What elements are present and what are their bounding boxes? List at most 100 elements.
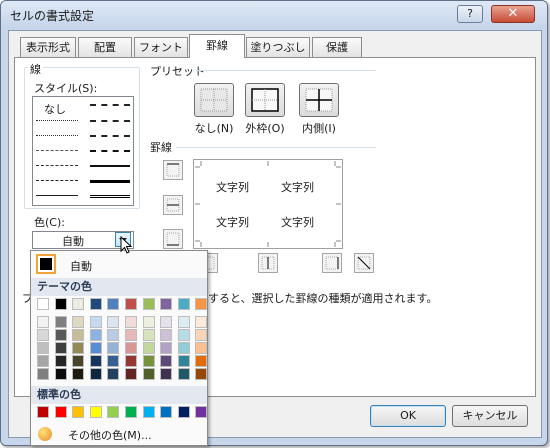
standard-color-swatch[interactable] xyxy=(143,406,155,418)
theme-shade-swatch[interactable] xyxy=(90,329,102,341)
tab-protection[interactable]: 保護 xyxy=(312,37,362,57)
theme-shade-swatch[interactable] xyxy=(125,355,137,367)
theme-shade-swatch[interactable] xyxy=(72,329,84,341)
theme-color-swatch[interactable] xyxy=(107,298,119,310)
theme-shade-swatch[interactable] xyxy=(90,342,102,354)
standard-color-swatch[interactable] xyxy=(160,406,172,418)
close-button[interactable]: ✕ xyxy=(491,5,535,23)
style-option-medium-dash-dot-dot[interactable] xyxy=(90,104,130,106)
theme-shade-swatch[interactable] xyxy=(160,342,172,354)
standard-color-swatch[interactable] xyxy=(125,406,137,418)
border-right-button[interactable] xyxy=(322,253,342,273)
theme-shade-swatch[interactable] xyxy=(107,355,119,367)
theme-shade-swatch[interactable] xyxy=(195,342,207,354)
theme-shade-swatch[interactable] xyxy=(195,368,207,380)
tab-alignment[interactable]: 配置 xyxy=(78,37,132,57)
theme-shade-swatch[interactable] xyxy=(72,355,84,367)
theme-shade-swatch[interactable] xyxy=(178,342,190,354)
theme-shade-swatch[interactable] xyxy=(143,329,155,341)
border-top-button[interactable] xyxy=(163,160,183,180)
automatic-color-swatch[interactable] xyxy=(36,254,56,274)
style-option-dash-dot[interactable] xyxy=(36,165,78,166)
theme-color-swatch[interactable] xyxy=(160,298,172,310)
standard-color-swatch[interactable] xyxy=(90,406,102,418)
theme-shade-swatch[interactable] xyxy=(90,368,102,380)
theme-shade-swatch[interactable] xyxy=(55,329,67,341)
theme-shade-swatch[interactable] xyxy=(143,368,155,380)
style-option-medium-dashed[interactable] xyxy=(90,150,130,152)
style-option-slant-dash-dot[interactable] xyxy=(90,120,130,122)
theme-shade-swatch[interactable] xyxy=(107,329,119,341)
standard-color-swatch[interactable] xyxy=(178,406,190,418)
tab-fill[interactable]: 塗りつぶし xyxy=(246,37,310,57)
style-option-dotted[interactable] xyxy=(36,135,78,136)
theme-shade-swatch[interactable] xyxy=(160,329,172,341)
automatic-color-option[interactable] xyxy=(31,251,207,277)
theme-shade-swatch[interactable] xyxy=(90,355,102,367)
style-option-thick[interactable] xyxy=(90,180,130,183)
border-bottom-button[interactable] xyxy=(163,229,183,249)
border-diagonal-down-button[interactable] xyxy=(354,253,374,273)
ok-button[interactable]: OK xyxy=(370,405,446,427)
style-option-dash-dot-dot[interactable] xyxy=(36,150,78,151)
theme-shade-swatch[interactable] xyxy=(195,316,207,328)
theme-shade-swatch[interactable] xyxy=(143,342,155,354)
standard-color-swatch[interactable] xyxy=(107,406,119,418)
style-option-double[interactable] xyxy=(90,195,130,198)
style-option-thin[interactable] xyxy=(36,195,78,196)
theme-shade-swatch[interactable] xyxy=(195,355,207,367)
theme-shade-swatch[interactable] xyxy=(37,316,49,328)
theme-color-swatch[interactable] xyxy=(37,298,49,310)
theme-shade-swatch[interactable] xyxy=(72,342,84,354)
style-option-hair[interactable] xyxy=(36,120,78,121)
preset-outline-button[interactable] xyxy=(245,83,285,117)
theme-color-swatch[interactable] xyxy=(143,298,155,310)
border-middle-vertical-button[interactable] xyxy=(258,253,278,273)
theme-shade-swatch[interactable] xyxy=(125,342,137,354)
theme-shade-swatch[interactable] xyxy=(107,342,119,354)
theme-shade-swatch[interactable] xyxy=(55,368,67,380)
tab-font[interactable]: フォント xyxy=(134,37,188,57)
theme-shade-swatch[interactable] xyxy=(55,342,67,354)
border-middle-horizontal-button[interactable] xyxy=(163,195,183,215)
style-option-medium-dash-dot[interactable] xyxy=(90,135,130,137)
theme-shade-swatch[interactable] xyxy=(143,316,155,328)
preset-none-button[interactable] xyxy=(194,83,234,117)
theme-shade-swatch[interactable] xyxy=(125,329,137,341)
theme-shade-swatch[interactable] xyxy=(72,368,84,380)
theme-shade-swatch[interactable] xyxy=(107,316,119,328)
theme-shade-swatch[interactable] xyxy=(178,329,190,341)
preset-inside-button[interactable] xyxy=(299,83,339,117)
theme-shade-swatch[interactable] xyxy=(72,316,84,328)
theme-shade-swatch[interactable] xyxy=(143,355,155,367)
theme-shade-swatch[interactable] xyxy=(195,329,207,341)
theme-color-swatch[interactable] xyxy=(72,298,84,310)
theme-shade-swatch[interactable] xyxy=(178,316,190,328)
theme-shade-swatch[interactable] xyxy=(125,368,137,380)
theme-color-swatch[interactable] xyxy=(90,298,102,310)
theme-shade-swatch[interactable] xyxy=(178,355,190,367)
tab-border[interactable]: 罫線 xyxy=(189,34,245,58)
theme-shade-swatch[interactable] xyxy=(125,316,137,328)
theme-shade-swatch[interactable] xyxy=(37,329,49,341)
standard-color-swatch[interactable] xyxy=(55,406,67,418)
help-button[interactable]: ? xyxy=(457,5,483,23)
theme-color-swatch[interactable] xyxy=(125,298,137,310)
theme-shade-swatch[interactable] xyxy=(37,355,49,367)
cancel-button[interactable]: キャンセル xyxy=(452,405,528,427)
style-option-dashed[interactable] xyxy=(36,180,78,181)
theme-shade-swatch[interactable] xyxy=(160,316,172,328)
theme-shade-swatch[interactable] xyxy=(178,368,190,380)
theme-color-swatch[interactable] xyxy=(195,298,207,310)
theme-shade-swatch[interactable] xyxy=(55,355,67,367)
standard-color-swatch[interactable] xyxy=(195,406,207,418)
theme-color-swatch[interactable] xyxy=(55,298,67,310)
theme-color-swatch[interactable] xyxy=(178,298,190,310)
tab-number-format[interactable]: 表示形式 xyxy=(20,37,76,57)
theme-shade-swatch[interactable] xyxy=(107,368,119,380)
theme-shade-swatch[interactable] xyxy=(160,368,172,380)
theme-shade-swatch[interactable] xyxy=(37,368,49,380)
standard-color-swatch[interactable] xyxy=(37,406,49,418)
theme-shade-swatch[interactable] xyxy=(160,355,172,367)
theme-shade-swatch[interactable] xyxy=(90,316,102,328)
